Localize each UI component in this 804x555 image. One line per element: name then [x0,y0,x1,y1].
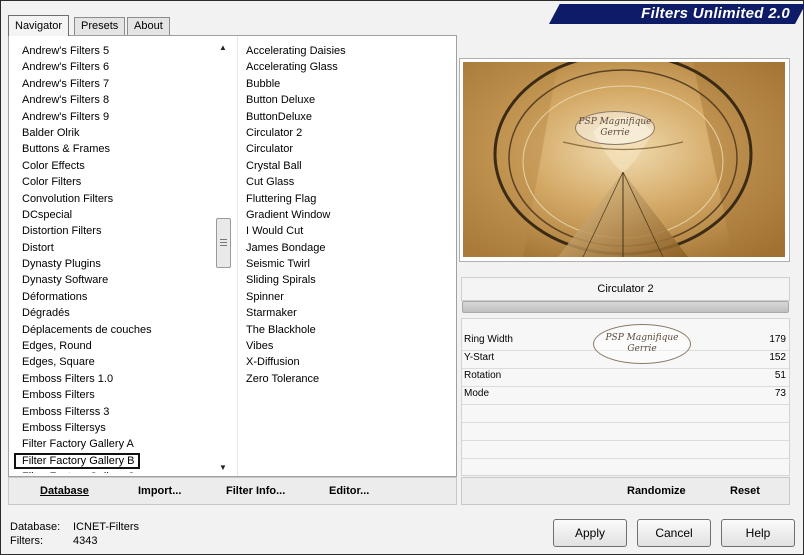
cancel-button[interactable]: Cancel [637,519,711,547]
category-item[interactable]: Andrew's Filters 7 [14,76,214,92]
preview-image: PSP Magnifique Gerrie [463,62,785,257]
category-item[interactable]: Déplacements de couches [14,322,214,338]
category-item[interactable]: Andrew's Filters 6 [14,59,214,75]
filter-item[interactable]: Cut Glass [238,174,453,190]
filter-item[interactable]: X-Diffusion [238,354,453,370]
parameter-toolbar: Randomize Reset [461,477,790,505]
filter-item[interactable]: Sliding Spirals [238,272,453,288]
category-item[interactable]: Dynasty Plugins [14,256,214,272]
progress-bar [462,301,789,313]
filter-item[interactable]: Crystal Ball [238,158,453,174]
apply-button[interactable]: Apply [553,519,627,547]
param-label: Y-Start [464,352,495,363]
filter-item[interactable]: Seismic Twirl [238,256,453,272]
category-item[interactable]: Emboss Filters 1.0 [14,371,214,387]
tab-navigator[interactable]: Navigator [8,15,70,36]
filter-item[interactable]: Spinner [238,289,453,305]
filter-info-button[interactable]: Filter Info... [226,485,285,497]
filters-count-label: Filters: [10,535,43,547]
filter-item[interactable]: James Bondage [238,240,453,256]
filter-item[interactable]: The Blackhole [238,322,453,338]
category-list[interactable]: Andrew's Filters 5 Andrew's Filters 6 Andr… [14,43,214,473]
category-item[interactable]: Distort [14,240,214,256]
scrollbar-thumb[interactable] [216,218,231,268]
filter-item[interactable]: Vibes [238,338,453,354]
app-title: Filters Unlimited 2.0 [641,5,790,22]
param-label: Rotation [464,370,502,381]
filter-item[interactable]: Accelerating Daisies [238,43,453,59]
database-value: ICNET-Filters [73,521,139,533]
category-item[interactable]: Color Effects [14,158,214,174]
param-row-mode[interactable]: Mode 73 [462,386,789,405]
category-item[interactable]: Balder Olrik [14,125,214,141]
filter-item[interactable]: Bubble [238,76,453,92]
watermark: PSP Magnifique Gerrie [593,324,691,364]
param-value: 179 [769,334,786,345]
category-item[interactable]: Andrew's Filters 9 [14,109,214,125]
filter-item[interactable]: Accelerating Glass [238,59,453,75]
database-label: Database: [10,521,61,533]
filter-item[interactable]: Fluttering Flag [238,191,453,207]
category-item[interactable]: Convolution Filters [14,191,214,207]
parameter-panel: Ring Width 179 Y-Start 152 Rotation 51 M… [461,318,790,476]
navigator-toolbar: Database Import... Filter Info... Editor… [8,477,457,505]
category-item[interactable]: Filter Factory Gallery C [14,469,214,473]
help-button[interactable]: Help [721,519,795,547]
filter-list[interactable]: Accelerating Daisies Accelerating Glass Bu… [238,43,453,473]
randomize-button[interactable]: Randomize [627,485,686,497]
tab-presets[interactable]: Presets [74,17,126,35]
category-item[interactable]: Andrew's Filters 8 [14,92,214,108]
filter-item[interactable]: Circulator 2 [238,125,453,141]
scroll-down-icon[interactable]: ▼ [216,462,230,474]
param-label: Ring Width [464,334,513,345]
category-item[interactable]: Color Filters [14,174,214,190]
watermark: PSP Magnifique Gerrie [575,111,655,145]
category-item[interactable]: Emboss Filterss 3 [14,404,214,420]
category-item[interactable]: Emboss Filtersys [14,420,214,436]
filter-item[interactable]: Zero Tolerance [238,371,453,387]
filter-item[interactable]: I Would Cut [238,223,453,239]
tab-about[interactable]: About [127,17,170,35]
param-row-rotation[interactable]: Rotation 51 [462,368,789,387]
category-item[interactable]: Dynasty Software [14,272,214,288]
category-item[interactable]: Buttons & Frames [14,141,214,157]
filters-count-value: 4343 [73,535,98,547]
category-item[interactable]: Dégradés [14,305,214,321]
filter-item[interactable]: Starmaker [238,305,453,321]
category-item[interactable]: DCspecial [14,207,214,223]
category-item[interactable]: Déformations [14,289,214,305]
category-item[interactable]: Andrew's Filters 5 [14,43,214,59]
category-item[interactable]: Distortion Filters [14,223,214,239]
param-value: 73 [774,388,786,399]
scroll-up-icon[interactable]: ▲ [216,42,230,54]
param-value: 51 [774,370,786,381]
preview-frame: PSP Magnifique Gerrie [459,58,790,262]
filter-item[interactable]: Button Deluxe [238,92,453,108]
category-item[interactable]: Filter Factory Gallery B [14,452,140,470]
category-item[interactable]: Filter Factory Gallery A [14,436,214,452]
category-item[interactable]: Edges, Square [14,354,214,370]
database-button[interactable]: Database [40,485,89,497]
filter-item[interactable]: Circulator [238,141,453,157]
filter-item[interactable]: Gradient Window [238,207,453,223]
import-button[interactable]: Import... [138,485,181,497]
category-scrollbar[interactable]: ▲ ▼ [216,40,231,474]
param-value: 152 [769,352,786,363]
category-item[interactable]: Emboss Filters [14,387,214,403]
category-item[interactable]: Edges, Round [14,338,214,354]
selected-filter-title: Circulator 2 [461,277,790,301]
param-label: Mode [464,388,490,399]
filter-item[interactable]: ButtonDeluxe [238,109,453,125]
navigator-panel: Andrew's Filters 5 Andrew's Filters 6 Andr… [8,35,457,477]
circulator-preview-art [463,62,785,257]
reset-button[interactable]: Reset [730,485,760,497]
editor-button[interactable]: Editor... [329,485,369,497]
